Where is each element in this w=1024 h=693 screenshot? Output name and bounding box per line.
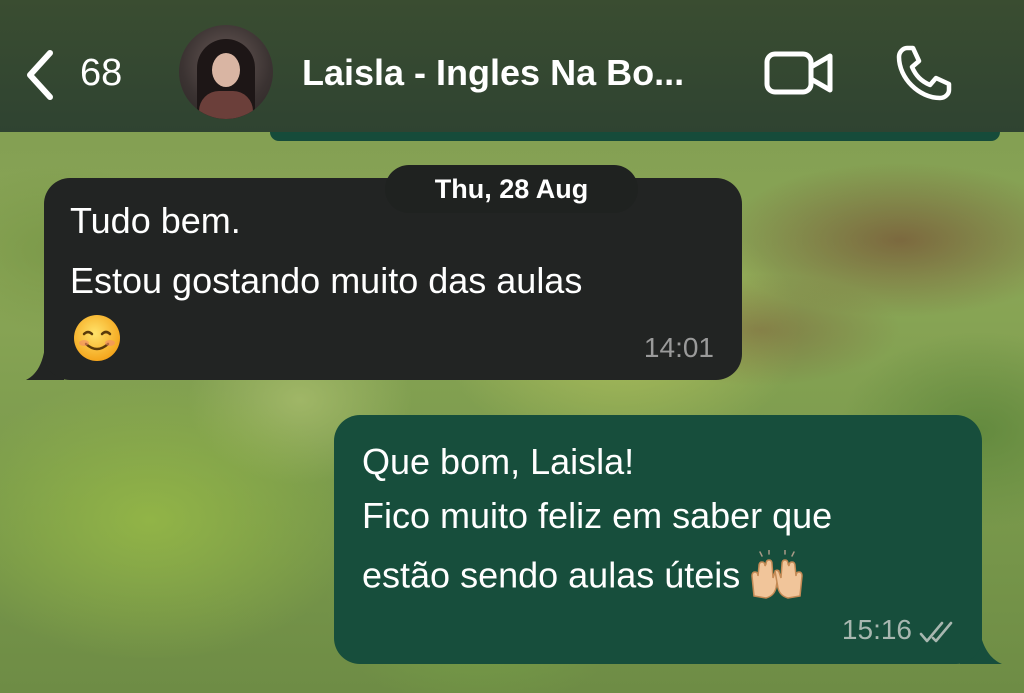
video-call-button[interactable]: [764, 50, 834, 96]
back-button[interactable]: [22, 47, 62, 103]
voice-call-button[interactable]: [895, 44, 953, 102]
chat-header: 68 Laisla - Ingles Na Bo...: [0, 0, 1024, 132]
video-camera-icon: [764, 51, 833, 95]
raising-hands-icon: [751, 550, 804, 599]
message-timestamp: 15:16: [841, 614, 912, 645]
phone-icon: [896, 45, 952, 101]
contact-avatar[interactable]: [179, 25, 273, 119]
message-text-line: Estou gostando muito das aulas: [70, 260, 583, 301]
read-double-tick-icon: [919, 621, 953, 643]
incoming-message-bubble[interactable]: Tudo bem. Estou gostando muito das aulas…: [44, 178, 742, 380]
previous-message-edge: [270, 132, 1000, 141]
chevron-left-icon: [27, 50, 53, 100]
message-text-line: Fico muito feliz em saber que: [362, 495, 833, 536]
contact-name[interactable]: Laisla - Ingles Na Bo...: [302, 52, 742, 94]
message-text-line: Que bom, Laisla!: [362, 441, 635, 482]
date-separator: Thu, 28 Aug: [385, 165, 638, 213]
outgoing-message-bubble[interactable]: Que bom, Laisla! Fico muito feliz em sab…: [334, 415, 982, 664]
message-text-line: estão sendo aulas úteis: [362, 554, 741, 596]
unread-count[interactable]: 68: [80, 52, 122, 95]
message-text-line: Tudo bem.: [70, 200, 241, 241]
smiling-face-icon: [74, 315, 120, 361]
message-timestamp: 14:01: [643, 332, 714, 363]
